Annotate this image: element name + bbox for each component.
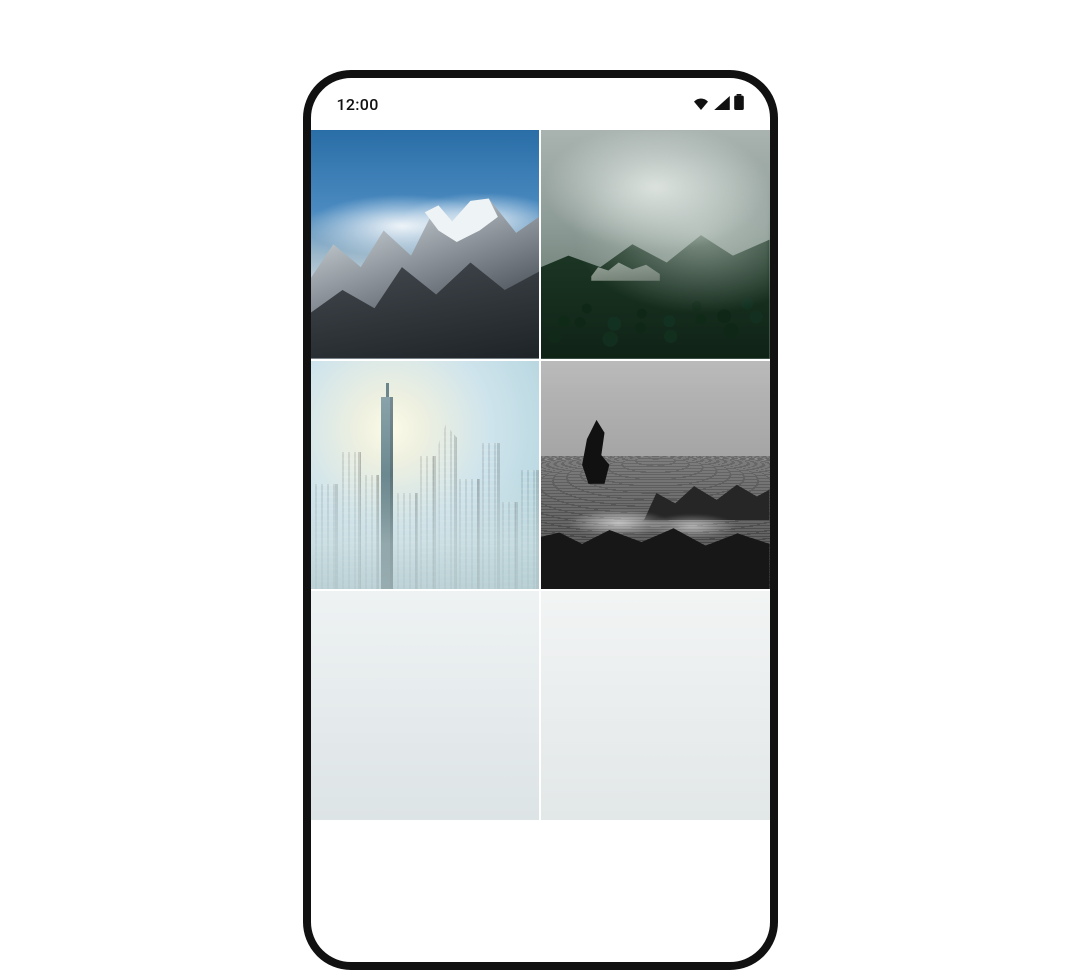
battery-icon — [734, 94, 744, 114]
photo-tile-2[interactable] — [541, 130, 770, 359]
photo-tile-3[interactable] — [311, 361, 540, 590]
status-icons — [692, 94, 744, 114]
photo-tile-1[interactable] — [311, 130, 540, 359]
phone-device-frame: 12:00 — [303, 70, 778, 970]
cellular-signal-icon — [714, 95, 730, 114]
photo-tile-6[interactable] — [541, 591, 770, 820]
photo-tile-4[interactable] — [541, 361, 770, 590]
status-bar: 12:00 — [311, 78, 770, 130]
photo-grid[interactable] — [311, 130, 770, 820]
photo-tile-5[interactable] — [311, 591, 540, 820]
wifi-icon — [692, 95, 710, 114]
status-time: 12:00 — [337, 95, 379, 114]
